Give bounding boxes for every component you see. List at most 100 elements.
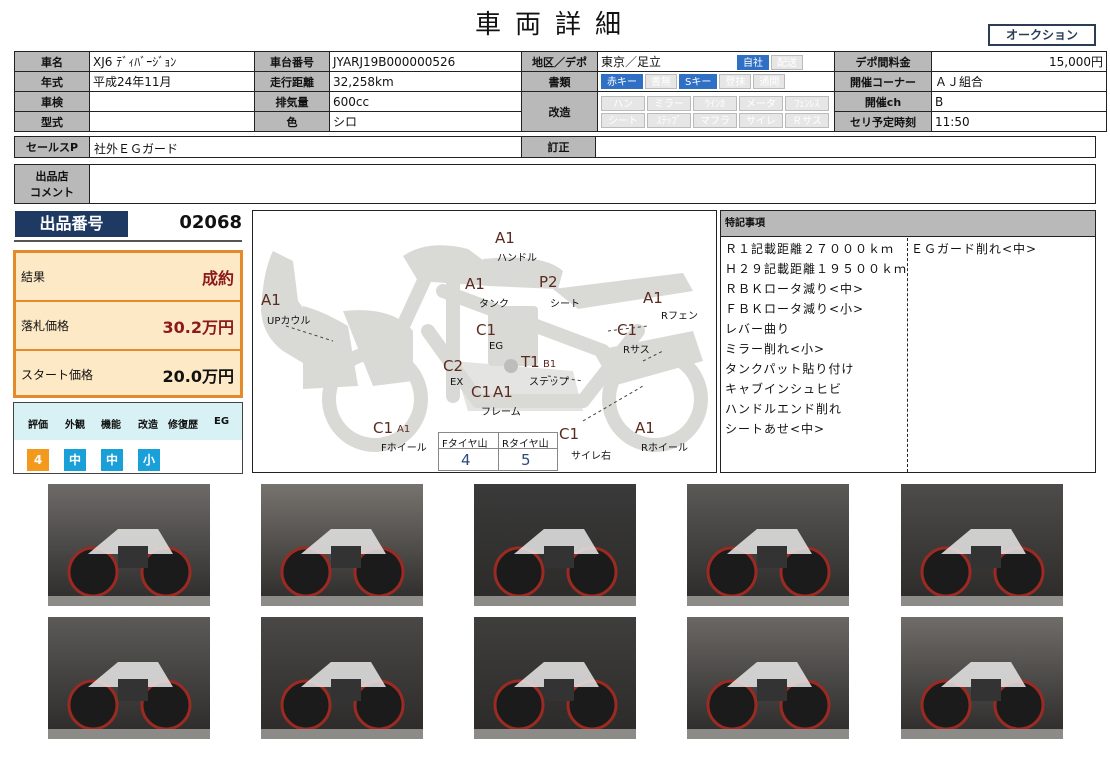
- mod-button-r1-0[interactable]: ハン: [601, 95, 645, 111]
- damage-diagram: A1 ハンドル A1 タンク P2 シート A1 Rフェン A1 UPカウル C…: [252, 210, 717, 473]
- photo-left-side[interactable]: [48, 484, 210, 606]
- eval-header-repair: 修復歴: [168, 420, 198, 431]
- part-silencer: サイレ右: [571, 451, 611, 462]
- eval-chip-score: 4: [27, 449, 49, 471]
- spec-table: 車名 XJ6 ﾃﾞｨﾊﾞｰｼﾞｮﾝ 車台番号 JYARJ19B000000526…: [14, 51, 1107, 132]
- lot-label: 出品番号: [15, 211, 128, 237]
- label-corner: 開催コーナー: [834, 71, 932, 92]
- label-modified: 改造: [521, 91, 598, 132]
- eval-header-modification: 改造: [138, 420, 158, 431]
- notes-column-1: Ｒ１記載距離２７０００ｋｍ Ｈ２９記載距離１９５００ｋｍ ＲＢＫロータ減り<中> ＦＢ…: [725, 239, 907, 439]
- value-mileage: 32,258km: [329, 71, 522, 92]
- motorcycle-photo-icon: [687, 529, 849, 606]
- doc-button-4[interactable]: 通関: [753, 74, 786, 89]
- price-row-start: スタート価格 20.0万円: [16, 351, 240, 400]
- lot-divider: [14, 240, 242, 242]
- photo-seat[interactable]: [687, 484, 849, 606]
- note-item-0: Ｒ１記載距離２７０００ｋｍ: [725, 242, 895, 256]
- front-tyre-label: Fタイヤ山: [442, 439, 488, 450]
- doc-buttons: 赤キー 書無 Sキー 登抹 通関: [597, 71, 835, 92]
- mod-button-r1-1[interactable]: ミラー: [647, 95, 691, 111]
- eval-header-function: 機能: [101, 420, 121, 431]
- mod-row-2: シート ｽﾃｯﾌﾟ マフラ サイレ Ｒサス: [601, 112, 831, 129]
- tyre-depth-table: Fタイヤ山 Rタイヤ山 4 5: [438, 432, 558, 471]
- note-item-1: Ｈ２９記載距離１９５００ｋｍ: [725, 262, 908, 276]
- part-fwheel: Fホイール: [381, 443, 427, 454]
- value-name: XJ6 ﾃﾞｨﾊﾞｰｼﾞｮﾝ: [89, 51, 255, 72]
- code-eg: C1: [476, 321, 497, 339]
- value-frame: JYARJ19B000000526: [329, 51, 522, 72]
- motorcycle-photo-icon: [48, 662, 210, 739]
- photo-rear-wheel[interactable]: [261, 617, 423, 739]
- price-row-result: 結果 成約: [16, 253, 240, 302]
- mod-button-r2-1[interactable]: ｽﾃｯﾌﾟ: [647, 112, 691, 128]
- value-inspection: [89, 91, 255, 112]
- photo-front-wheel[interactable]: [901, 484, 1063, 606]
- mod-button-r1-2[interactable]: ｳｲﾝｶ: [693, 95, 737, 111]
- photo-right-side[interactable]: [261, 484, 423, 606]
- code-step: T1: [521, 353, 540, 371]
- mod-button-r2-0[interactable]: シート: [601, 112, 645, 128]
- result-label: 結果: [21, 270, 46, 284]
- comment-label-line2: コメント: [30, 186, 74, 199]
- code-ex: C2: [443, 357, 464, 375]
- doc-button-3[interactable]: 登抹: [719, 74, 752, 89]
- auction-tag[interactable]: オークション: [988, 24, 1096, 46]
- price-row-winning: 落札価格 30.2万円: [16, 302, 240, 351]
- label-mileage: 走行距離: [254, 71, 330, 92]
- eval-header-eg: EG: [214, 416, 230, 427]
- mod-button-r2-4[interactable]: Ｒサス: [785, 112, 829, 128]
- part-seat: シート: [550, 299, 580, 310]
- start-price-value: 20.0万円: [162, 367, 234, 386]
- note-item-2: ＲＢＫロータ減り<中>: [725, 282, 865, 296]
- photo-front-fork[interactable]: [48, 617, 210, 739]
- code-fwheel: C1: [373, 419, 394, 437]
- notes-divider: [907, 238, 908, 472]
- photo-front[interactable]: [687, 617, 849, 739]
- motorcycle-photo-icon: [48, 529, 210, 606]
- note-item-right-0: ＥＧガード削れ<中>: [911, 242, 1038, 256]
- value-year: 平成24年11月: [89, 71, 255, 92]
- motorcycle-photo-icon: [901, 662, 1063, 739]
- label-channel: 開催ch: [834, 91, 932, 112]
- code-rfender: A1: [643, 289, 663, 307]
- photo-meter[interactable]: [474, 484, 636, 606]
- part-upcowl: UPカウル: [267, 316, 311, 327]
- label-color: 色: [254, 111, 330, 132]
- mod-button-r1-3[interactable]: メータ: [739, 95, 783, 111]
- label-model: 型式: [14, 111, 90, 132]
- notes-panel: 特記事項 Ｒ１記載距離２７０００ｋｍ Ｈ２９記載距離１９５００ｋｍ ＲＢＫロータ減り…: [720, 210, 1096, 473]
- code-frame-2: A1: [493, 383, 513, 401]
- photo-rear[interactable]: [901, 617, 1063, 739]
- mod-button-r2-2[interactable]: マフラ: [693, 112, 737, 128]
- mod-button-r1-4[interactable]: ﾌｪﾝﾚｽ: [785, 95, 829, 111]
- code-frame-1: C1: [471, 383, 492, 401]
- motorcycle-photo-icon: [474, 662, 636, 739]
- comment-row: 出品店 コメント: [14, 164, 1096, 204]
- notes-header: 特記事項: [721, 211, 1095, 237]
- doc-button-1[interactable]: 書無: [645, 74, 677, 89]
- eval-chip-modification: 小: [138, 449, 160, 471]
- doc-button-2[interactable]: Sキー: [679, 74, 718, 89]
- comment-label: 出品店 コメント: [15, 165, 90, 203]
- correction-label: 訂正: [521, 137, 596, 157]
- winning-price-label: 落札価格: [21, 319, 70, 333]
- code-fwheel-small: A1: [397, 424, 411, 435]
- modification-buttons: ハン ミラー ｳｲﾝｶ メータ ﾌｪﾝﾚｽ シート ｽﾃｯﾌﾟ マフラ サイレ Ｒサス: [597, 91, 835, 132]
- value-area: 東京／足立 自社 配送: [597, 51, 835, 72]
- doc-button-0[interactable]: 赤キー: [601, 74, 643, 89]
- evaluation-box: 評価 外観 機能 改造 修復歴 EG 4 中 中 小: [13, 402, 243, 474]
- value-color: シロ: [329, 111, 522, 132]
- part-rfender: Rフェン: [661, 311, 698, 322]
- eval-chip-exterior: 中: [64, 449, 86, 471]
- sales-label: セールスP: [15, 137, 90, 157]
- motorcycle-photo-icon: [261, 529, 423, 606]
- area-button-0[interactable]: 自社: [737, 55, 769, 70]
- photo-muffler[interactable]: [474, 617, 636, 739]
- label-name: 車名: [14, 51, 90, 72]
- mod-button-r2-3[interactable]: サイレ: [739, 112, 783, 128]
- comment-label-line1: 出品店: [35, 170, 69, 183]
- area-button-1[interactable]: 配送: [771, 55, 803, 70]
- sales-row: セールスP 社外ＥＧガード 訂正: [14, 136, 1096, 158]
- motorcycle-photo-icon: [261, 662, 423, 739]
